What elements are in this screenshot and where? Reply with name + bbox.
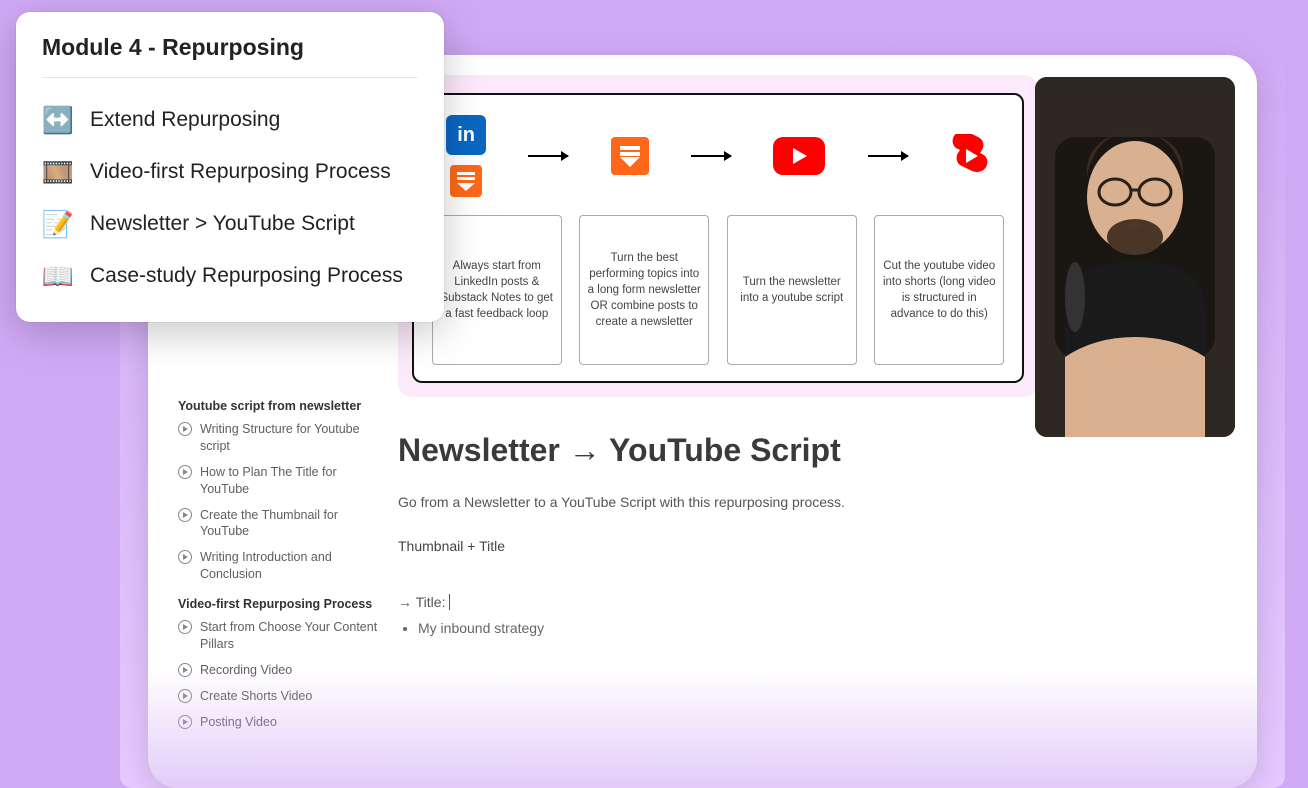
popup-title: Module 4 - Repurposing xyxy=(42,34,418,78)
sidebar-item-label: Writing Introduction and Conclusion xyxy=(200,549,378,583)
play-icon xyxy=(178,508,192,522)
youtube-icon xyxy=(773,137,825,175)
play-icon xyxy=(178,620,192,634)
step-box: Turn the newsletter into a youtube scrip… xyxy=(727,215,857,365)
popup-item-case-study[interactable]: 📖 Case-study Repurposing Process xyxy=(42,250,418,302)
flow-icons-row: in xyxy=(428,115,1008,197)
book-icon: 📖 xyxy=(42,260,74,292)
sidebar-item-label: Writing Structure for Youtube script xyxy=(200,421,378,455)
sidebar-lesson-item[interactable]: Posting Video xyxy=(178,714,378,731)
sidebar-section-heading: Video-first Repurposing Process xyxy=(178,597,378,611)
arrow-icon xyxy=(691,155,731,157)
popup-item-extend[interactable]: ↔️ Extend Repurposing xyxy=(42,94,418,146)
title-prompt-label: → Title: xyxy=(398,594,445,610)
arrow-icon xyxy=(528,155,568,157)
sidebar-item-label: Start from Choose Your Content Pillars xyxy=(200,619,378,653)
substack-notes-icon xyxy=(450,165,482,197)
popup-item-label: Video-first Repurposing Process xyxy=(90,160,391,184)
play-icon xyxy=(178,465,192,479)
sidebar-lesson-item[interactable]: Writing Structure for Youtube script xyxy=(178,421,378,455)
popup-item-label: Case-study Repurposing Process xyxy=(90,264,403,288)
presenter-webcam xyxy=(1035,77,1235,437)
sidebar-item-label: Create Shorts Video xyxy=(200,688,312,705)
step-box: Always start from LinkedIn posts & Subst… xyxy=(432,215,562,365)
play-icon xyxy=(178,422,192,436)
repurposing-diagram: in Always start from LinkedIn po xyxy=(398,75,1038,397)
bullet-item: My inbound strategy xyxy=(418,620,1038,636)
sidebar-lesson-item[interactable]: Recording Video xyxy=(178,662,378,679)
film-icon: 🎞️ xyxy=(42,156,74,188)
linkedin-icon: in xyxy=(446,115,486,155)
lesson-sidebar: Youtube script from newsletter Writing S… xyxy=(178,385,378,739)
main-content: in Always start from LinkedIn po xyxy=(398,75,1038,636)
sidebar-item-label: Posting Video xyxy=(200,714,277,731)
play-icon xyxy=(178,550,192,564)
extend-icon: ↔️ xyxy=(42,104,74,136)
step-boxes-row: Always start from LinkedIn posts & Subst… xyxy=(428,215,1008,365)
youtube-shorts-icon xyxy=(950,134,990,178)
sidebar-item-label: Create the Thumbnail for YouTube xyxy=(200,507,378,541)
step-box: Turn the best performing topics into a l… xyxy=(579,215,709,365)
sidebar-lesson-item[interactable]: How to Plan The Title for YouTube xyxy=(178,464,378,498)
play-icon xyxy=(178,715,192,729)
text-cursor xyxy=(449,594,451,610)
doc-intro: Go from a Newsletter to a YouTube Script… xyxy=(398,494,1038,510)
play-icon xyxy=(178,663,192,677)
memo-icon: 📝 xyxy=(42,208,74,240)
sidebar-section-heading: Youtube script from newsletter xyxy=(178,399,378,413)
sidebar-lesson-item[interactable]: Start from Choose Your Content Pillars xyxy=(178,619,378,653)
title-prompt-line[interactable]: → Title: xyxy=(398,594,1038,610)
sidebar-item-label: Recording Video xyxy=(200,662,292,679)
doc-section-label: Thumbnail + Title xyxy=(398,538,1038,554)
sidebar-lesson-item[interactable]: Create Shorts Video xyxy=(178,688,378,705)
sidebar-lesson-item[interactable]: Writing Introduction and Conclusion xyxy=(178,549,378,583)
popup-item-video-first[interactable]: 🎞️ Video-first Repurposing Process xyxy=(42,146,418,198)
module-popup: Module 4 - Repurposing ↔️ Extend Repurpo… xyxy=(16,12,444,322)
play-icon xyxy=(178,689,192,703)
step-box: Cut the youtube video into shorts (long … xyxy=(874,215,1004,365)
diagram-inner: in Always start from LinkedIn po xyxy=(412,93,1024,383)
popup-item-label: Newsletter > YouTube Script xyxy=(90,212,355,236)
sidebar-item-label: How to Plan The Title for YouTube xyxy=(200,464,378,498)
popup-item-newsletter-script[interactable]: 📝 Newsletter > YouTube Script xyxy=(42,198,418,250)
source-node: in xyxy=(446,115,486,197)
doc-heading: Newsletter → YouTube Script xyxy=(398,432,1038,469)
popup-item-label: Extend Repurposing xyxy=(90,108,280,132)
arrow-icon xyxy=(868,155,908,157)
substack-icon xyxy=(611,137,649,175)
sidebar-lesson-item[interactable]: Create the Thumbnail for YouTube xyxy=(178,507,378,541)
